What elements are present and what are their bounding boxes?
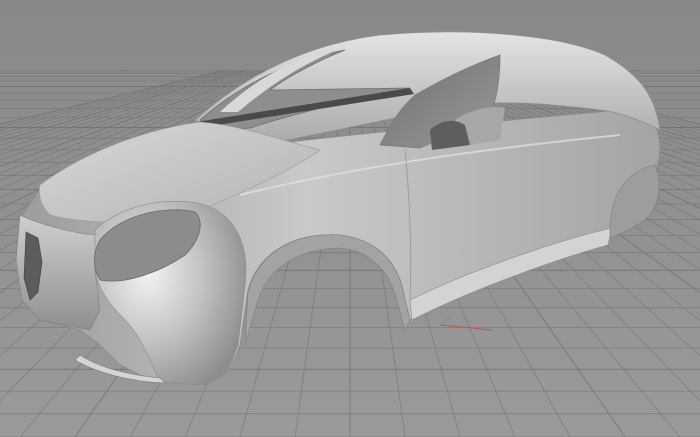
viewport-canvas[interactable] bbox=[0, 0, 700, 437]
3d-viewport[interactable] bbox=[0, 0, 700, 437]
